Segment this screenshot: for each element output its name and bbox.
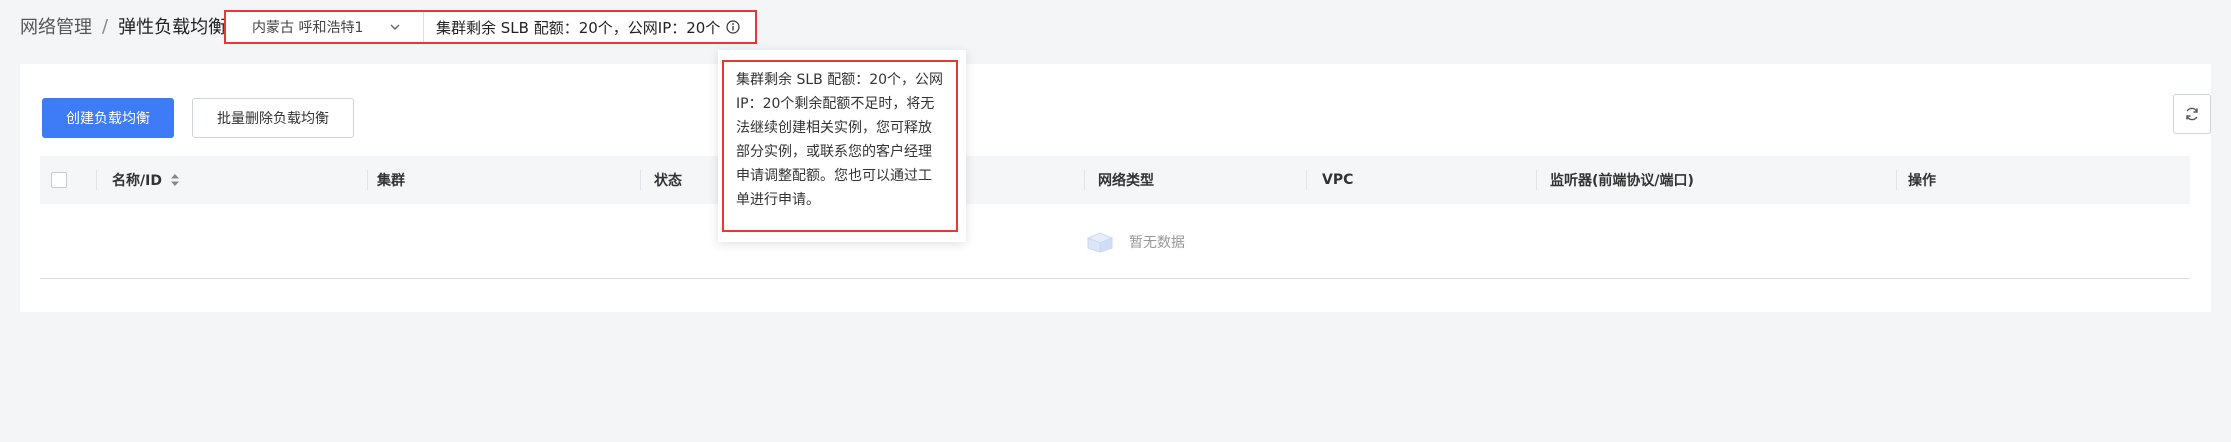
empty-box-icon [1086,232,1114,253]
info-icon[interactable] [726,20,740,34]
table-body: 暂无数据 [40,204,2190,279]
empty-state: 暂无数据 [1085,230,1185,254]
content-card: 创建负载均衡 批量删除负载均衡 名称/ID 集群 状态 网络类型 VPC 监听器… [20,64,2211,312]
batch-delete-button[interactable]: 批量删除负载均衡 [192,98,354,138]
chevron-down-icon [390,24,400,30]
region-select[interactable]: 内蒙古 呼和浩特1 [226,12,424,42]
quota-tooltip: 集群剩余 SLB 配额：20个，公网IP：20个剩余配额不足时，将无法继续创建相… [718,50,966,242]
breadcrumb-separator: / [102,15,109,37]
region-select-value: 内蒙古 呼和浩特1 [252,20,364,36]
load-balancer-table: 名称/ID 集群 状态 网络类型 VPC 监听器(前端协议/端口) 操作 暂无数… [40,156,2190,279]
column-divider [367,170,368,190]
column-header-name-label: 名称/ID [112,173,162,189]
column-divider [1306,170,1307,190]
column-header-name[interactable]: 名称/ID [112,156,180,204]
sort-icon[interactable] [170,173,180,187]
region-quota-box: 内蒙古 呼和浩特1 集群剩余 SLB 配额：20个，公网IP：20个 [224,10,757,44]
column-header-listener: 监听器(前端协议/端口) [1550,173,1694,189]
quota-tooltip-content: 集群剩余 SLB 配额：20个，公网IP：20个剩余配额不足时，将无法继续创建相… [722,60,958,232]
column-divider [1084,170,1085,190]
quota-info: 集群剩余 SLB 配额：20个，公网IP：20个 [424,17,740,38]
table-header: 名称/ID 集群 状态 网络类型 VPC 监听器(前端协议/端口) 操作 [40,156,2190,204]
breadcrumb-current: 弹性负载均衡 [118,17,227,38]
empty-text: 暂无数据 [1129,235,1185,251]
select-all-cell [51,156,67,204]
column-header-network-type: 网络类型 [1098,173,1154,189]
column-divider [96,170,97,190]
breadcrumb-parent[interactable]: 网络管理 [20,13,92,39]
column-header-vpc: VPC [1322,172,1354,188]
column-header-actions: 操作 [1908,173,1936,189]
create-load-balancer-button[interactable]: 创建负载均衡 [42,98,174,138]
refresh-button[interactable] [2173,94,2211,134]
column-header-status: 状态 [654,173,682,189]
breadcrumb: 网络管理 / 弹性负载均衡 [20,13,226,39]
column-divider [640,170,641,190]
column-divider [1536,170,1537,190]
column-header-cluster: 集群 [377,173,405,189]
refresh-icon [2186,107,2198,121]
column-divider [1896,170,1897,190]
quota-text: 集群剩余 SLB 配额：20个，公网IP：20个 [436,18,721,37]
header-bar: 网络管理 / 弹性负载均衡 [20,8,226,44]
select-all-checkbox[interactable] [51,172,67,188]
